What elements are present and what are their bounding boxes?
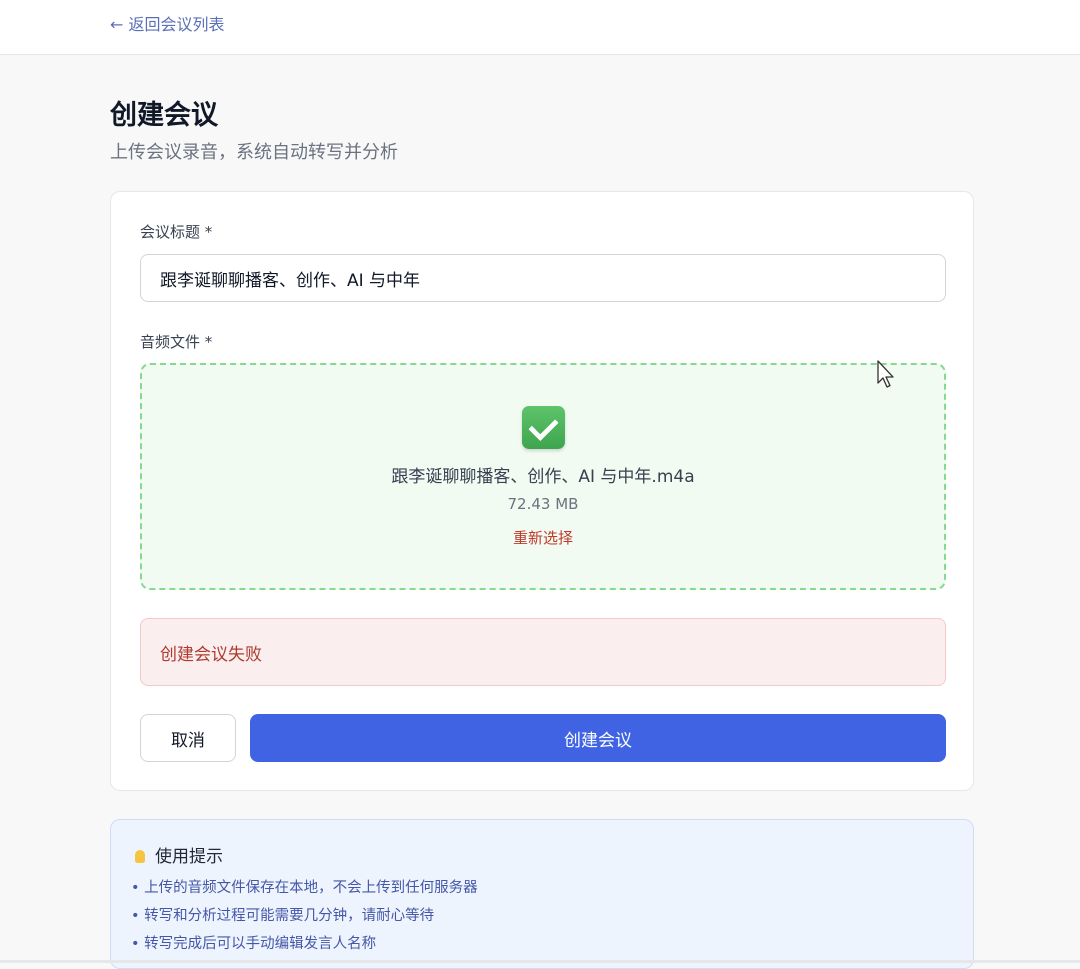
list-item: 转写和分析过程可能需要几分钟，请耐心等待 xyxy=(131,904,478,932)
meeting-title-input[interactable] xyxy=(140,254,946,302)
list-item: 上传的音频文件保存在本地，不会上传到任何服务器 xyxy=(131,876,478,904)
meeting-title-label: 会议标题 * xyxy=(140,223,213,241)
mouse-pointer-icon xyxy=(877,360,894,388)
selected-file-name: 跟李诞聊聊播客、创作、AI 与中年.m4a xyxy=(391,467,695,487)
page-title: 创建会议 xyxy=(110,100,218,131)
usage-tips-panel: 使用提示 上传的音频文件保存在本地，不会上传到任何服务器 转写和分析过程可能需要… xyxy=(110,819,974,969)
tips-heading: 使用提示 xyxy=(135,842,223,867)
page-subtitle: 上传会议录音，系统自动转写并分析 xyxy=(110,142,398,163)
list-item: 转写完成后可以手动编辑发言人名称 xyxy=(131,932,478,960)
cancel-button[interactable]: 取消 xyxy=(140,714,236,762)
tips-title: 使用提示 xyxy=(155,847,223,867)
check-mark-icon xyxy=(522,406,565,449)
top-bar: ← 返回会议列表 xyxy=(0,0,1080,55)
selected-file-size: 72.43 MB xyxy=(507,495,579,513)
reselect-file-link[interactable]: 重新选择 xyxy=(142,527,944,548)
back-to-meetings-link[interactable]: ← 返回会议列表 xyxy=(110,11,225,35)
create-meeting-form: 会议标题 * 音频文件 * 跟李诞聊聊播客、创作、AI 与中年.m4a 72.4… xyxy=(110,191,974,791)
tips-list: 上传的音频文件保存在本地，不会上传到任何服务器 转写和分析过程可能需要几分钟，请… xyxy=(131,876,478,960)
audio-file-label: 音频文件 * xyxy=(140,333,213,351)
error-alert: 创建会议失败 xyxy=(140,618,946,686)
create-meeting-button[interactable]: 创建会议 xyxy=(250,714,946,762)
light-bulb-icon xyxy=(135,850,145,863)
audio-dropzone[interactable]: 跟李诞聊聊播客、创作、AI 与中年.m4a 72.43 MB 重新选择 xyxy=(140,363,946,590)
